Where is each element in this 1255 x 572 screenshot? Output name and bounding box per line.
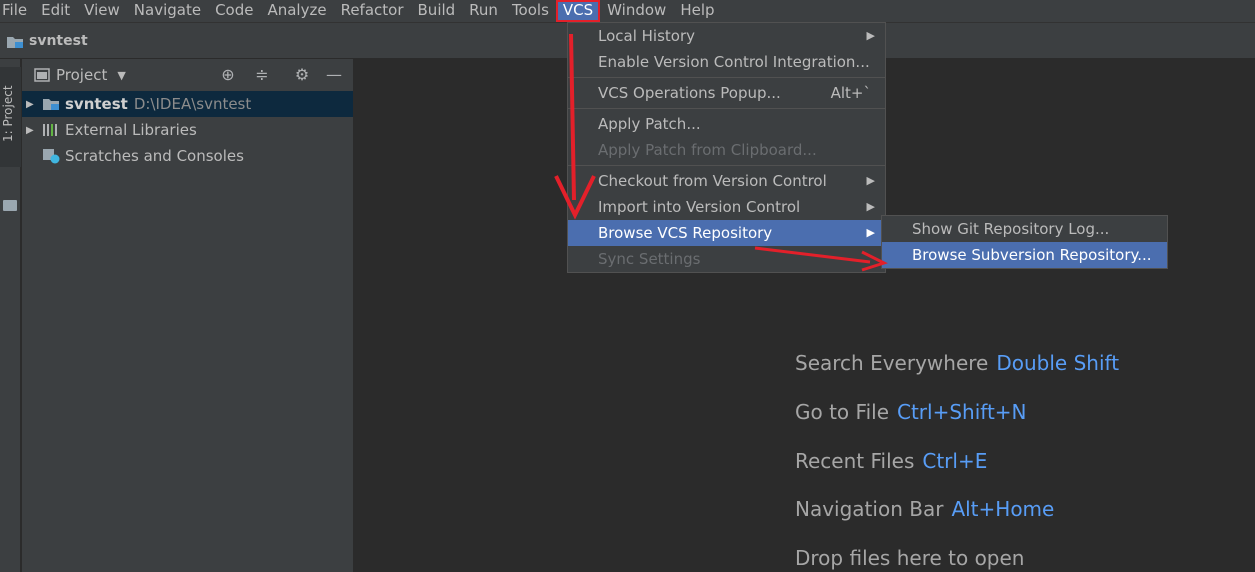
tree-item-path: D:\IDEA\svntest <box>133 95 252 113</box>
menu-window[interactable]: Window <box>600 0 673 22</box>
menu-build[interactable]: Build <box>411 0 463 22</box>
menu-item-vcs-operations-popup[interactable]: VCS Operations Popup... Alt+` <box>568 80 885 106</box>
menu-item-browse-vcs-repository[interactable]: Browse VCS Repository ▶ <box>568 220 885 246</box>
main-menu-bar: File Edit View Navigate Code Analyze Ref… <box>0 0 1255 22</box>
menu-code[interactable]: Code <box>208 0 260 22</box>
breadcrumb-project[interactable]: svntest <box>29 33 88 49</box>
chevron-down-icon[interactable]: ▼ <box>117 69 125 82</box>
hint-label: Drop files here to open <box>795 546 1025 570</box>
tree-item-label: Scratches and Consoles <box>65 147 244 165</box>
hide-panel-icon[interactable]: — <box>324 65 344 85</box>
expand-arrow-icon[interactable]: ▶ <box>26 99 42 110</box>
menu-view[interactable]: View <box>77 0 127 22</box>
menu-item-shortcut: Alt+` <box>830 84 871 102</box>
project-tool-tab[interactable]: 1: Project <box>0 67 21 167</box>
collapse-all-icon[interactable]: ≑ <box>252 65 272 85</box>
vcs-dropdown-menu: Local History ▶ Enable Version Control In… <box>567 22 886 273</box>
library-icon <box>43 124 57 136</box>
scratches-icon <box>43 149 60 164</box>
menu-analyze[interactable]: Analyze <box>260 0 333 22</box>
menu-item-show-git-log[interactable]: Show Git Repository Log... <box>882 216 1167 242</box>
left-tool-strip: 1: Project <box>0 59 21 572</box>
hint-label: Search Everywhere <box>795 351 989 375</box>
menu-run[interactable]: Run <box>462 0 505 22</box>
hint-recent-files: Recent Files Ctrl+E <box>795 449 987 473</box>
hint-search-everywhere: Search Everywhere Double Shift <box>795 351 1119 375</box>
menu-help[interactable]: Help <box>673 0 721 22</box>
menu-item-local-history[interactable]: Local History ▶ <box>568 23 885 49</box>
tree-item-label: svntest <box>65 95 128 113</box>
project-tool-tab-label: 1: Project <box>1 85 15 142</box>
menu-item-apply-patch-clipboard: Apply Patch from Clipboard... <box>598 141 817 159</box>
module-folder-icon <box>43 99 59 110</box>
hint-shortcut: Ctrl+E <box>922 449 988 473</box>
hint-drop-files: Drop files here to open <box>795 546 1024 570</box>
hint-navigation-bar: Navigation Bar Alt+Home <box>795 497 1054 521</box>
project-folder-icon <box>6 34 24 48</box>
hint-shortcut: Alt+Home <box>951 497 1055 521</box>
menu-vcs[interactable]: VCS <box>555 0 601 22</box>
hint-go-to-file: Go to File Ctrl+Shift+N <box>795 400 1027 424</box>
chevron-right-icon: ▶ <box>866 226 875 239</box>
hint-shortcut: Double Shift <box>996 351 1120 375</box>
hint-shortcut: Ctrl+Shift+N <box>897 400 1027 424</box>
gear-icon[interactable]: ⚙ <box>292 65 312 85</box>
hint-label: Go to File <box>795 400 889 424</box>
expand-arrow-icon[interactable]: ▶ <box>26 125 42 136</box>
project-panel-header: Project ▼ ⊕ ≑ ⚙ — <box>22 59 353 91</box>
tree-item-label: External Libraries <box>65 121 197 139</box>
chevron-right-icon: ▶ <box>866 174 875 187</box>
project-panel-title[interactable]: Project <box>56 66 107 84</box>
browse-vcs-submenu: Show Git Repository Log... Browse Subver… <box>881 215 1168 269</box>
hint-label: Navigation Bar <box>795 497 944 521</box>
menu-tools[interactable]: Tools <box>505 0 556 22</box>
project-panel: Project ▼ ⊕ ≑ ⚙ — ▶ svntest D:\IDEA\svnt… <box>22 59 354 572</box>
menu-item-sync-settings: Sync Settings <box>598 250 701 268</box>
menu-file[interactable]: File <box>0 0 34 22</box>
menu-separator <box>568 108 885 109</box>
menu-item-checkout[interactable]: Checkout from Version Control ▶ <box>568 168 885 194</box>
menu-separator <box>568 77 885 78</box>
locate-icon[interactable]: ⊕ <box>218 65 238 85</box>
menu-navigate[interactable]: Navigate <box>127 0 208 22</box>
menu-edit[interactable]: Edit <box>34 0 77 22</box>
tree-item-scratches[interactable]: Scratches and Consoles <box>22 143 353 169</box>
chevron-right-icon: ▶ <box>866 29 875 42</box>
menu-separator <box>568 165 885 166</box>
menu-item-import[interactable]: Import into Version Control ▶ <box>568 194 885 220</box>
menu-item-enable-vcs-integration[interactable]: Enable Version Control Integration... <box>568 49 885 75</box>
folder-icon <box>3 200 17 211</box>
menu-item-apply-patch[interactable]: Apply Patch... <box>568 111 885 137</box>
tree-item-svntest[interactable]: ▶ svntest D:\IDEA\svntest <box>22 91 353 117</box>
hint-label: Recent Files <box>795 449 915 473</box>
menu-refactor[interactable]: Refactor <box>334 0 411 22</box>
menu-item-browse-subversion[interactable]: Browse Subversion Repository... <box>882 242 1167 268</box>
tree-item-external-libraries[interactable]: ▶ External Libraries <box>22 117 353 143</box>
chevron-right-icon: ▶ <box>866 200 875 213</box>
project-view-icon <box>34 68 50 82</box>
